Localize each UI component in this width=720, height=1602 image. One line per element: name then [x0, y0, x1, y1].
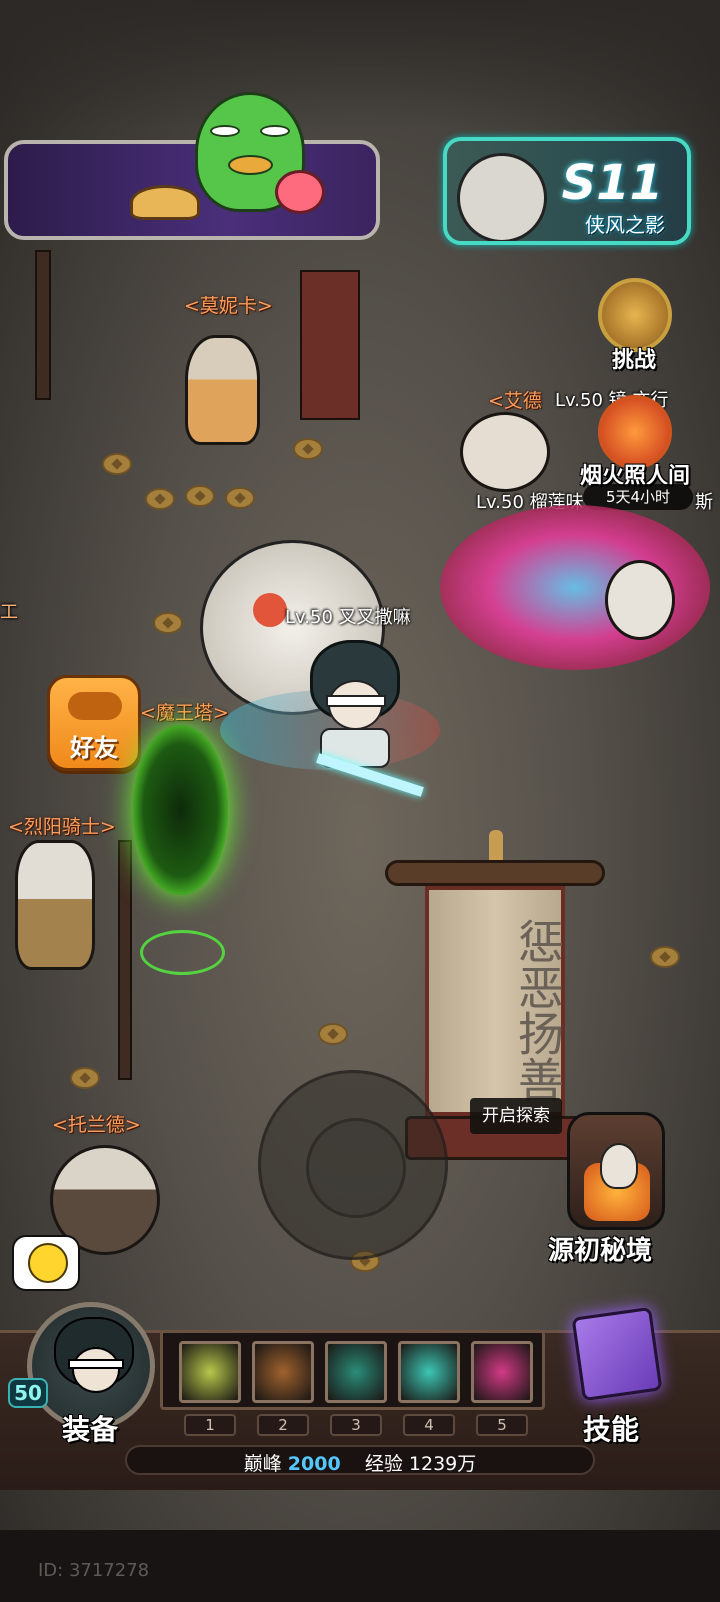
skill-slot-number: 3: [330, 1414, 382, 1436]
avatar-blindfold: [68, 1359, 124, 1369]
origin-realm-button[interactable]: [567, 1112, 665, 1230]
avatar-face: [72, 1347, 120, 1393]
cloud-icon: [68, 692, 122, 720]
npc-monika[interactable]: [185, 335, 260, 445]
peak-value: 2000: [287, 1453, 341, 1475]
lamp-post: [118, 840, 132, 1080]
exp-label: 经验: [364, 1453, 403, 1475]
smiley-face-icon: [28, 1243, 68, 1283]
challenge-hammer-icon[interactable]: [598, 278, 672, 352]
left-edge-label: 工: [0, 602, 18, 623]
season-banner[interactable]: S11 侠风之影: [443, 137, 691, 245]
bottom-hud: 50 装备 1 2 3 4 5 技能 巅峰 2000 经验 1239万: [0, 1300, 720, 1500]
coin: [293, 438, 323, 460]
portal-rune-circle: [140, 930, 225, 975]
stats-text: 巅峰 2000 经验 1239万: [127, 1449, 593, 1476]
skill-tray: [160, 1330, 545, 1410]
throne-pillar: [300, 270, 360, 420]
skill-slot-4[interactable]: [398, 1341, 460, 1403]
cow-npc[interactable]: [460, 412, 550, 492]
straw-hat-hero-icon: [457, 153, 547, 241]
skill-slot-5[interactable]: [471, 1341, 533, 1403]
skill-slot-1[interactable]: [179, 1341, 241, 1403]
exp-value: 1239万: [408, 1453, 477, 1475]
coin: [153, 612, 183, 634]
skill-slot-number: 2: [257, 1414, 309, 1436]
event-character-banner[interactable]: [0, 92, 385, 245]
coin: [318, 1023, 348, 1045]
coin: [185, 485, 215, 507]
skill-slot-2[interactable]: [252, 1341, 314, 1403]
skill-slot-number: 4: [403, 1414, 455, 1436]
npc-label-devil-tower: <魔王塔>: [140, 702, 229, 724]
skill-slot-number: 5: [476, 1414, 528, 1436]
red-sun: [253, 593, 287, 627]
banner-text: 惩恶扬善: [511, 918, 565, 1102]
coin: [145, 488, 175, 510]
season-subtitle: 侠风之影: [585, 213, 665, 237]
start-explore-button[interactable]: 开启探索: [470, 1098, 562, 1134]
skill-slot-3[interactable]: [325, 1341, 387, 1403]
frog-mouth: [228, 155, 273, 175]
throne-backdrop: [0, 0, 720, 130]
horned-skull-icon: [600, 1143, 638, 1189]
npc-label-aide: <艾德: [488, 390, 542, 412]
spellbook-icon: [571, 1306, 663, 1402]
coin: [70, 1067, 100, 1089]
origin-realm-label: 源初秘境: [548, 1236, 653, 1266]
fireworks-suffix: 斯: [695, 492, 713, 513]
peak-label: 巅峰: [243, 1453, 282, 1475]
pink-heart-icon: [275, 170, 325, 214]
player-name-1: Lv.50 叉叉撒嘛: [285, 607, 411, 628]
challenge-label: 挑战: [612, 348, 657, 373]
frog-eye: [210, 125, 240, 137]
coin: [650, 946, 680, 968]
equip-label: 装备: [62, 1413, 119, 1446]
left-banner-pole: [35, 250, 51, 400]
friends-button[interactable]: 好友: [47, 675, 141, 771]
coin: [102, 453, 132, 475]
game-map[interactable]: S11 侠风之影 挑战 <艾德 Lv.50 镜 亦行 烟火照人间 5天4小时 斯…: [0, 0, 720, 1530]
hero-blindfold: [326, 695, 386, 707]
skill-slot-number: 1: [184, 1414, 236, 1436]
friends-label: 好友: [70, 734, 118, 762]
skills-label: 技能: [583, 1413, 640, 1446]
frog-eye: [260, 125, 290, 137]
panda-warrior[interactable]: [605, 560, 675, 640]
virtual-joystick[interactable]: [258, 1070, 448, 1260]
player-id: ID: 3717278: [38, 1560, 150, 1581]
npc-label-sun-knight: <烈阳骑士>: [8, 816, 116, 838]
stats-bar: 巅峰 2000 经验 1239万: [125, 1445, 595, 1475]
chat-button[interactable]: [12, 1235, 80, 1291]
joystick-knob[interactable]: [306, 1118, 406, 1218]
devil-tower-portal[interactable]: [133, 725, 228, 895]
player-level-badge: 50: [8, 1378, 48, 1408]
banner-crossbar: [385, 860, 605, 886]
coin: [225, 487, 255, 509]
npc-label-monika: <莫妮卡>: [184, 295, 273, 317]
player-hero[interactable]: [290, 640, 410, 770]
bell-bowl-icon: [130, 185, 200, 220]
footer: ID: 3717278: [0, 1530, 720, 1602]
npc-label-toland: <托兰德>: [52, 1114, 141, 1136]
npc-sun-knight[interactable]: [15, 840, 95, 970]
season-code: S11: [561, 155, 663, 211]
skills-book-button[interactable]: [565, 1300, 670, 1402]
